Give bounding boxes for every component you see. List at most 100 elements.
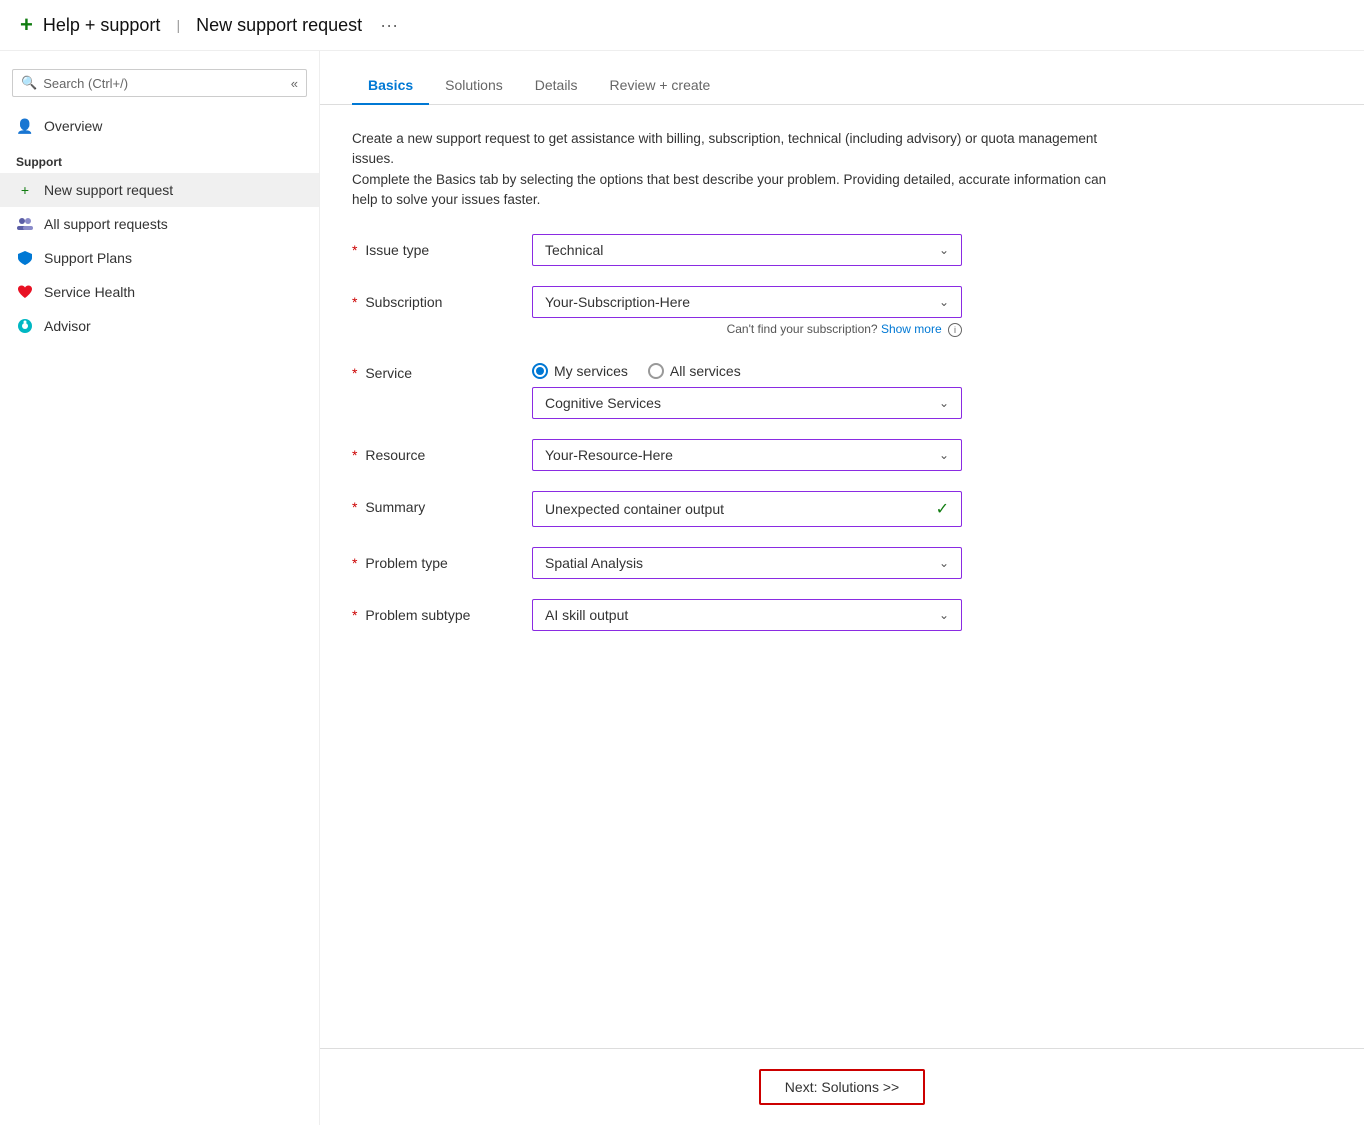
subscription-value: Your-Subscription-Here xyxy=(545,294,690,310)
service-my-services-radio[interactable]: My services xyxy=(532,363,628,379)
new-support-icon: + xyxy=(16,181,34,199)
issue-type-label: * Issue type xyxy=(352,234,512,258)
subscription-select[interactable]: Your-Subscription-Here ⌄ xyxy=(532,286,962,318)
service-label: * Service xyxy=(352,357,512,381)
subscription-control: Your-Subscription-Here ⌄ Can't find your… xyxy=(532,286,962,337)
resource-control: Your-Resource-Here ⌄ xyxy=(532,439,962,471)
description-line1: Create a new support request to get assi… xyxy=(352,129,1132,170)
problem-subtype-value: AI skill output xyxy=(545,607,628,623)
problem-type-label: * Problem type xyxy=(352,547,512,571)
subscription-chevron: ⌄ xyxy=(939,295,949,309)
advisor-icon xyxy=(16,317,34,335)
summary-required-marker: * xyxy=(352,499,357,515)
sidebar: 🔍 Search (Ctrl+/) « 👤 Overview Support +… xyxy=(0,51,320,1125)
service-value: Cognitive Services xyxy=(545,395,661,411)
sidebar-item-service-health-label: Service Health xyxy=(44,284,135,300)
problem-subtype-control: AI skill output ⌄ xyxy=(532,599,962,631)
tab-basics[interactable]: Basics xyxy=(352,67,429,105)
tab-solutions[interactable]: Solutions xyxy=(429,67,519,105)
next-solutions-button[interactable]: Next: Solutions >> xyxy=(759,1069,925,1105)
header-title: Help + support xyxy=(43,15,161,36)
service-required-marker: * xyxy=(352,365,357,381)
problem-type-chevron: ⌄ xyxy=(939,556,949,570)
summary-row: * Summary Unexpected container output ✓ xyxy=(352,491,1332,527)
my-services-radio-button[interactable] xyxy=(532,363,548,379)
service-control: My services All services Cognitive Servi… xyxy=(532,357,962,419)
overview-icon: 👤 xyxy=(16,117,34,135)
tabs-bar: Basics Solutions Details Review + create xyxy=(320,67,1364,105)
issue-type-control: Technical ⌄ xyxy=(532,234,962,266)
all-services-label: All services xyxy=(670,363,741,379)
issue-type-chevron: ⌄ xyxy=(939,243,949,257)
all-support-icon xyxy=(16,215,34,233)
problem-subtype-select[interactable]: AI skill output ⌄ xyxy=(532,599,962,631)
resource-required-marker: * xyxy=(352,447,357,463)
main-layout: 🔍 Search (Ctrl+/) « 👤 Overview Support +… xyxy=(0,51,1364,1125)
sidebar-item-all-support-label: All support requests xyxy=(44,216,168,232)
problem-subtype-chevron: ⌄ xyxy=(939,608,949,622)
service-health-icon xyxy=(16,283,34,301)
description-line2: Complete the Basics tab by selecting the… xyxy=(352,170,1132,211)
description: Create a new support request to get assi… xyxy=(352,129,1132,210)
resource-chevron: ⌄ xyxy=(939,448,949,462)
search-icon: 🔍 xyxy=(21,75,37,91)
sidebar-item-overview-label: Overview xyxy=(44,118,102,134)
tab-review-create[interactable]: Review + create xyxy=(594,67,727,105)
problem-type-row: * Problem type Spatial Analysis ⌄ xyxy=(352,547,1332,579)
service-select[interactable]: Cognitive Services ⌄ xyxy=(532,387,962,419)
problem-type-control: Spatial Analysis ⌄ xyxy=(532,547,962,579)
resource-select[interactable]: Your-Resource-Here ⌄ xyxy=(532,439,962,471)
my-services-label: My services xyxy=(554,363,628,379)
summary-check-icon: ✓ xyxy=(936,499,949,519)
resource-label: * Resource xyxy=(352,439,512,463)
summary-control: Unexpected container output ✓ xyxy=(532,491,962,527)
help-support-icon: + xyxy=(20,12,33,38)
summary-label: * Summary xyxy=(352,491,512,515)
problem-type-select[interactable]: Spatial Analysis ⌄ xyxy=(532,547,962,579)
service-chevron: ⌄ xyxy=(939,396,949,410)
issue-type-value: Technical xyxy=(545,242,603,258)
subscription-info-icon: i xyxy=(948,323,962,337)
sidebar-item-plans-label: Support Plans xyxy=(44,250,132,266)
header-separator: | xyxy=(176,17,180,33)
service-row: * Service My services All services xyxy=(352,357,1332,419)
sidebar-item-new-support[interactable]: + New support request xyxy=(0,173,319,207)
all-services-radio-button[interactable] xyxy=(648,363,664,379)
header-more-button[interactable]: ··· xyxy=(380,15,398,36)
subscription-label: * Subscription xyxy=(352,286,512,310)
sidebar-item-overview[interactable]: 👤 Overview xyxy=(0,109,319,143)
sidebar-item-all-support[interactable]: All support requests xyxy=(0,207,319,241)
service-radio-group: My services All services xyxy=(532,357,962,379)
resource-value: Your-Resource-Here xyxy=(545,447,673,463)
issue-type-required-marker: * xyxy=(352,242,357,258)
summary-value: Unexpected container output xyxy=(545,501,724,517)
issue-type-select[interactable]: Technical ⌄ xyxy=(532,234,962,266)
sidebar-item-advisor-label: Advisor xyxy=(44,318,91,334)
resource-row: * Resource Your-Resource-Here ⌄ xyxy=(352,439,1332,471)
sidebar-item-advisor[interactable]: Advisor xyxy=(0,309,319,343)
problem-subtype-row: * Problem subtype AI skill output ⌄ xyxy=(352,599,1332,631)
search-box[interactable]: 🔍 Search (Ctrl+/) « xyxy=(12,69,307,97)
summary-input[interactable]: Unexpected container output ✓ xyxy=(532,491,962,527)
sidebar-item-service-health[interactable]: Service Health xyxy=(0,275,319,309)
sidebar-item-new-support-label: New support request xyxy=(44,182,173,198)
problem-type-required-marker: * xyxy=(352,555,357,571)
issue-type-row: * Issue type Technical ⌄ xyxy=(352,234,1332,266)
collapse-button[interactable]: « xyxy=(291,76,298,91)
header-subtitle: New support request xyxy=(196,15,362,36)
form-area: Create a new support request to get assi… xyxy=(320,105,1364,1048)
plans-icon xyxy=(16,249,34,267)
subscription-hint: Can't find your subscription? Show more … xyxy=(532,322,962,337)
footer: Next: Solutions >> xyxy=(320,1048,1364,1125)
subscription-show-more-link[interactable]: Show more xyxy=(881,322,942,336)
tab-details[interactable]: Details xyxy=(519,67,594,105)
service-all-services-radio[interactable]: All services xyxy=(648,363,741,379)
problem-subtype-required-marker: * xyxy=(352,607,357,623)
search-input[interactable]: Search (Ctrl+/) xyxy=(43,76,128,91)
page-header: + Help + support | New support request ·… xyxy=(0,0,1364,51)
content-area: Basics Solutions Details Review + create… xyxy=(320,51,1364,1125)
sidebar-section-support: Support xyxy=(0,143,319,173)
subscription-required-marker: * xyxy=(352,294,357,310)
problem-subtype-label: * Problem subtype xyxy=(352,599,512,623)
sidebar-item-plans[interactable]: Support Plans xyxy=(0,241,319,275)
